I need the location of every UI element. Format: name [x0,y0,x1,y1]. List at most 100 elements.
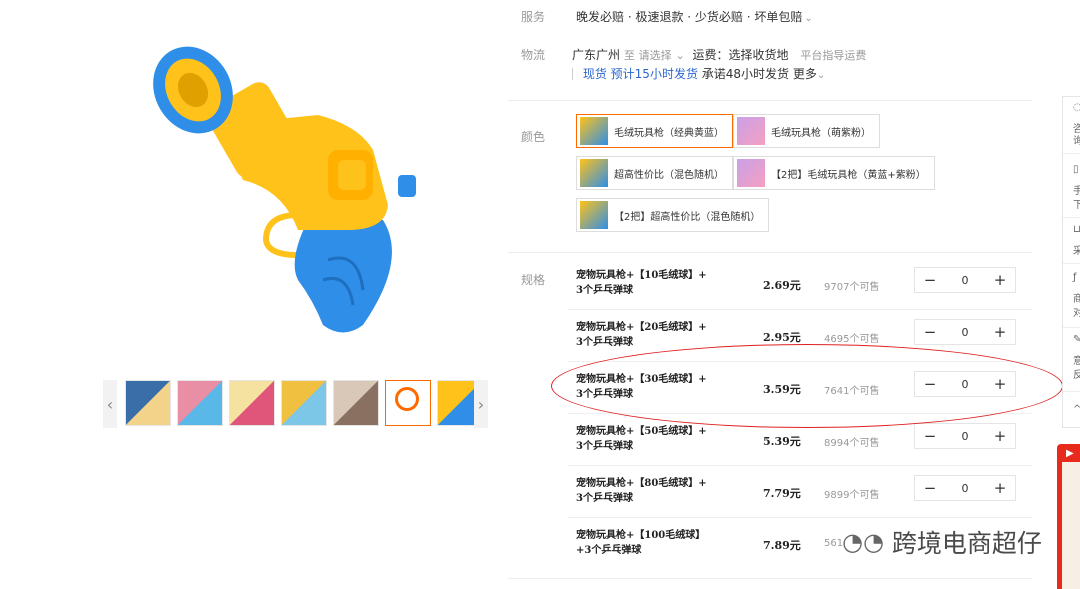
option-thumbnail [580,117,608,145]
spec-label: 规格 [521,273,546,287]
color-option[interactable]: 毛绒玩具枪（经典黄蓝） [576,114,733,148]
option-thumbnail [580,201,608,229]
destination-select[interactable]: 请选择 [639,49,672,62]
spec-price: 7.89元 [763,539,801,552]
thumbnail-list [125,380,483,426]
quantity-stepper: − 0 + [914,319,1016,345]
wechat-icon: ◔◔ [842,528,884,556]
thumbnail[interactable] [333,380,379,426]
divider-bar [572,68,573,80]
quantity-input[interactable]: 0 [950,482,980,495]
thumbnail[interactable] [281,380,327,426]
spec-name-line: 宠物玩具枪+【20毛绒球】+ [576,322,707,333]
divider [1063,391,1080,392]
option-label: 毛绒玩具枪（萌紫粉） [771,127,871,139]
decrement-button[interactable]: − [915,271,945,289]
option-label: 超高性价比（混色随机） [614,169,724,181]
back-to-top-icon[interactable]: ^ [1073,405,1080,415]
option-thumbnail [737,117,765,145]
spec-stock: 4695个可售 [824,334,880,345]
toolbar-text[interactable]: 咨 [1073,125,1080,135]
spec-row: 宠物玩具枪+【80毛绒球】+ 3个乒乓弹球 7.79元 9899个可售 − 0 … [568,466,1032,518]
quantity-input[interactable]: 0 [950,274,980,287]
spec-stock: 9707个可售 [824,282,880,293]
spec-name: 宠物玩具枪+【80毛绒球】+ 3个乒乓弹球 [576,476,726,506]
spec-price: 7.79元 [763,487,801,500]
to-prefix: 至 [623,49,635,62]
thumbnail[interactable] [125,380,171,426]
spec-stock: 8994个可售 [824,438,880,449]
thumbnail-strip: ‹ › [103,380,488,430]
phone-icon[interactable]: ▯ [1073,165,1079,175]
decrement-button[interactable]: − [915,323,945,341]
option-label: 【2把】毛绒玩具枪（黄蓝+紫粉） [771,169,926,181]
color-option[interactable]: 【2把】毛绒玩具枪（黄蓝+紫粉） [733,156,935,190]
spec-price: 5.39元 [763,435,801,448]
color-label: 颜色 [521,130,546,144]
thumbnail[interactable] [229,380,275,426]
thumbnail[interactable] [385,380,431,426]
spec-name-line: 宠物玩具枪+【10毛绒球】+ [576,270,707,281]
color-option[interactable]: 超高性价比（混色随机） [576,156,733,190]
watermark-text: 跨境电商超仔 [891,529,1042,558]
divider [1063,263,1080,264]
color-option[interactable]: 毛绒玩具枪（萌紫粉） [733,114,880,148]
increment-button[interactable]: + [985,323,1015,341]
divider [1063,153,1080,154]
ship-from: 广东广州 [572,48,621,62]
thumbnail[interactable] [177,380,223,426]
divider [508,100,1032,101]
chevron-right-icon[interactable]: › [474,380,488,428]
estimate-text: 预计15小时发货 [610,67,698,81]
color-option[interactable]: 【2把】超高性价比（混色随机） [576,198,770,232]
zoom-icon [395,387,419,411]
spec-stock: 561 [824,538,844,549]
promise-text: 承诺48小时发货 [701,67,790,81]
quantity-input[interactable]: 0 [950,326,980,339]
toolbar-text[interactable]: 手 [1073,187,1080,197]
chevron-down-icon: ⌄ [804,13,813,24]
watermark: ◔◔ 跨境电商超仔 [842,524,1042,560]
increment-button[interactable]: + [985,271,1015,289]
divider [1063,327,1080,328]
toolbar-text[interactable]: 商 [1073,295,1080,305]
spec-name: 宠物玩具枪+【50毛绒球】+ 3个乒乓弹球 [576,424,726,454]
fee-guide-link[interactable]: 平台指导运费 [800,49,866,62]
toolbar-text[interactable]: 采 [1073,247,1080,257]
cart-icon[interactable]: ⊔ [1073,225,1080,235]
toolbar-text[interactable]: 对 [1073,309,1080,319]
chevron-left-icon[interactable]: ‹ [103,380,117,428]
chevron-down-icon: ⌄ [675,49,685,62]
play-icon: ▶ [1066,448,1074,459]
toolbar-text[interactable]: 下 [1073,201,1080,211]
option-thumbnail [580,159,608,187]
service-text: 晚发必赔 · 极速退款 · 少货必赔 · 坏单包赔 [576,10,803,24]
toolbar-text[interactable]: 询 [1073,137,1080,147]
quantity-stepper: − 0 + [914,267,1016,293]
chevron-down-icon: ⌄ [816,70,826,81]
spec-price: 2.69元 [763,279,801,292]
more-link[interactable]: 更多 [793,67,817,81]
service-guarantees[interactable]: 晚发必赔 · 极速退款 · 少货必赔 · 坏单包赔 ⌄ [576,8,813,25]
compare-icon[interactable]: ƒ [1073,273,1077,283]
spec-name: 宠物玩具枪+【10毛绒球】+ 3个乒乓弹球 [576,268,726,298]
option-thumbnail [737,159,765,187]
quantity-stepper: − 0 + [914,423,1016,449]
decrement-button[interactable]: − [915,479,945,497]
increment-button[interactable]: + [985,479,1015,497]
spec-name-line: +3个乒乓弹球 [576,545,642,556]
toolbar-text[interactable]: 反 [1073,371,1080,381]
spec-name-line: 宠物玩具枪+【50毛绒球】+ [576,426,707,437]
feedback-icon[interactable]: ✎ [1073,335,1080,345]
right-toolbar: ◌ 咨 询 ▯ 手 下 ⊔ 采 ƒ 商 对 ✎ 意 反 ^ [1062,96,1080,428]
decrement-button[interactable]: − [915,427,945,445]
divider [508,252,1032,253]
video-thumbnail [1062,462,1080,589]
increment-button[interactable]: + [985,427,1015,445]
delivery-line: 现货 预计15小时发货 承诺48小时发货 更多⌄ [572,65,825,82]
video-card[interactable]: ▶ [1057,444,1080,589]
quantity-input[interactable]: 0 [950,430,980,443]
divider [508,578,1032,579]
consult-icon[interactable]: ◌ [1073,103,1080,113]
toolbar-text[interactable]: 意 [1073,357,1080,367]
